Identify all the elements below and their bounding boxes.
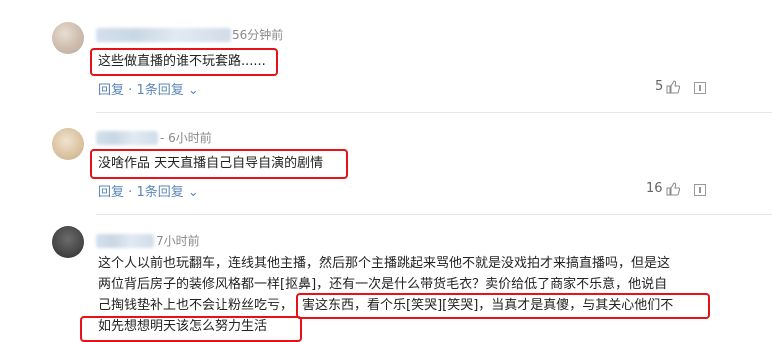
divider [96,112,772,113]
thumbs-up-icon [666,181,680,195]
avatar[interactable] [52,22,84,54]
comment-text-line-4-highlight: 如先想想明天该怎么努力生活 [98,319,268,334]
comment-text-line-3-highlight: 害这东西，看个乐[笑哭][笑哭]，当真才是真傻，与其关心他们不 [302,298,674,313]
report-icon[interactable] [694,184,706,196]
like-count: 5 [655,79,664,94]
report-icon[interactable] [694,82,706,94]
view-replies-button[interactable]: 1条回复 [136,83,183,98]
reply-button[interactable]: 回复 [98,83,124,98]
comment-text: 这些做直播的谁不玩套路...... [98,54,266,69]
timestamp: 7小时前 [156,234,200,248]
separator: · [128,185,133,200]
comment-text: 没啥作品 天天直播自己自导自演的剧情 [98,156,324,171]
view-replies-button[interactable]: 1条回复 [136,185,183,200]
comment-text-line-3-plain: 己掏钱垫补上也不会让粉丝吃亏， [98,298,294,313]
comment-text-line-1: 这个人以前也玩翻车，连线其他主播，然后那个主播跳起来骂他不就是没戏拍才来搞直播吗… [98,256,671,271]
separator: · [128,83,133,98]
like-count: 16 [646,181,663,196]
chevron-down-icon[interactable]: ⌄ [188,185,199,200]
thumbs-up-icon [666,79,681,93]
username-blurred[interactable] [96,234,154,248]
reply-button[interactable]: 回复 [98,185,124,200]
timestamp: - 6小时前 [160,131,212,145]
avatar[interactable] [52,128,84,160]
reply-actions: 回复 · 1条回复 ⌄ [98,181,199,200]
username-blurred[interactable] [96,131,158,145]
like-button[interactable]: 5 [655,79,681,94]
timestamp: 56分钟前 [232,28,284,42]
username-blurred[interactable] [96,28,231,42]
like-button[interactable]: 16 [646,181,680,196]
avatar[interactable] [52,226,84,258]
chevron-down-icon[interactable]: ⌄ [188,83,199,98]
reply-actions: 回复 · 1条回复 ⌄ [98,79,199,98]
divider [96,214,772,215]
